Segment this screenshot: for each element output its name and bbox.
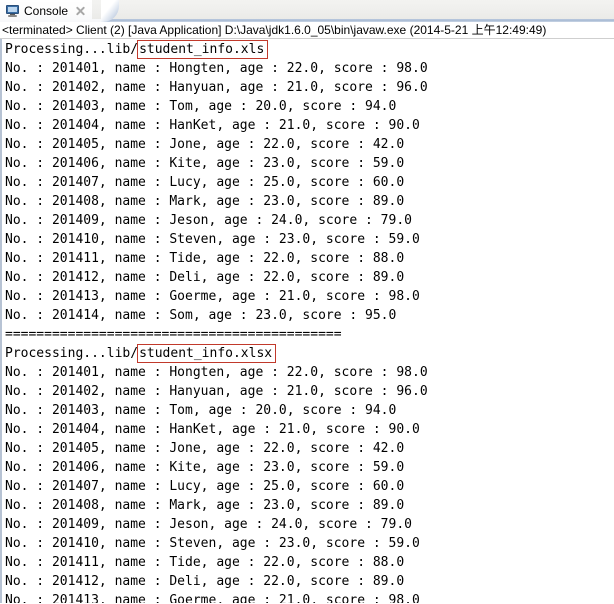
console-separator-line: ========================================…: [5, 327, 342, 342]
console-processing-line: Processing...lib/student_info.xlsx: [5, 344, 614, 363]
console-record-line: No. : 201414, name : Som, age : 23.0, sc…: [5, 308, 397, 323]
console-view: Console <terminated> Client (2) [Java Ap…: [0, 0, 614, 604]
close-icon[interactable]: [75, 6, 86, 17]
console-record-line: No. : 201403, name : Tom, age : 20.0, sc…: [5, 99, 397, 114]
console-record-line: No. : 201403, name : Tom, age : 20.0, sc…: [5, 403, 397, 418]
tab-console-label: Console: [24, 3, 69, 18]
console-record-line: No. : 201406, name : Kite, age : 23.0, s…: [5, 460, 405, 475]
console-record-line: No. : 201406, name : Kite, age : 23.0, s…: [5, 156, 405, 171]
processing-prefix: Processing...lib/: [5, 346, 139, 361]
console-record-line: No. : 201408, name : Mark, age : 23.0, s…: [5, 498, 405, 513]
highlighted-filename: student_info.xlsx: [137, 344, 277, 363]
console-record-line: No. : 201410, name : Steven, age : 23.0,…: [5, 536, 420, 551]
console-monitor-icon: [6, 5, 19, 17]
console-record-line: No. : 201402, name : Hanyuan, age : 21.0…: [5, 80, 428, 95]
console-record-line: No. : 201412, name : Deli, age : 22.0, s…: [5, 574, 405, 589]
tab-console[interactable]: Console: [0, 0, 93, 22]
console-record-line: No. : 201411, name : Tide, age : 22.0, s…: [5, 251, 405, 266]
console-record-line: No. : 201404, name : HanKet, age : 21.0,…: [5, 422, 420, 437]
console-record-line: No. : 201404, name : HanKet, age : 21.0,…: [5, 118, 420, 133]
console-record-line: No. : 201413, name : Goerme, age : 21.0,…: [5, 593, 420, 603]
console-record-line: No. : 201407, name : Lucy, age : 25.0, s…: [5, 479, 405, 494]
launch-info-bar: <terminated> Client (2) [Java Applicatio…: [0, 22, 614, 39]
processing-prefix: Processing...lib/: [5, 42, 139, 57]
console-record-line: No. : 201412, name : Deli, age : 22.0, s…: [5, 270, 405, 285]
console-record-line: No. : 201409, name : Jeson, age : 24.0, …: [5, 213, 412, 228]
console-processing-line: Processing...lib/student_info.xls: [5, 40, 614, 59]
console-tab-strip: Console: [0, 0, 614, 22]
console-record-line: No. : 201413, name : Goerme, age : 21.0,…: [5, 289, 420, 304]
console-record-line: No. : 201401, name : Hongten, age : 22.0…: [5, 61, 428, 76]
console-record-line: No. : 201405, name : Jone, age : 22.0, s…: [5, 441, 405, 456]
highlighted-filename: student_info.xls: [137, 40, 269, 59]
console-record-line: No. : 201407, name : Lucy, age : 25.0, s…: [5, 175, 405, 190]
console-record-line: No. : 201402, name : Hanyuan, age : 21.0…: [5, 384, 428, 399]
launch-info-text: <terminated> Client (2) [Java Applicatio…: [2, 23, 547, 37]
console-record-line: No. : 201401, name : Hongten, age : 22.0…: [5, 365, 428, 380]
console-record-line: No. : 201408, name : Mark, age : 23.0, s…: [5, 194, 405, 209]
console-record-line: No. : 201409, name : Jeson, age : 24.0, …: [5, 517, 412, 532]
console-record-line: No. : 201410, name : Steven, age : 23.0,…: [5, 232, 420, 247]
console-output-area[interactable]: Processing...lib/student_info.xls No. : 2…: [0, 39, 614, 603]
console-record-line: No. : 201411, name : Tide, age : 22.0, s…: [5, 555, 405, 570]
console-record-line: No. : 201405, name : Jone, age : 22.0, s…: [5, 137, 405, 152]
